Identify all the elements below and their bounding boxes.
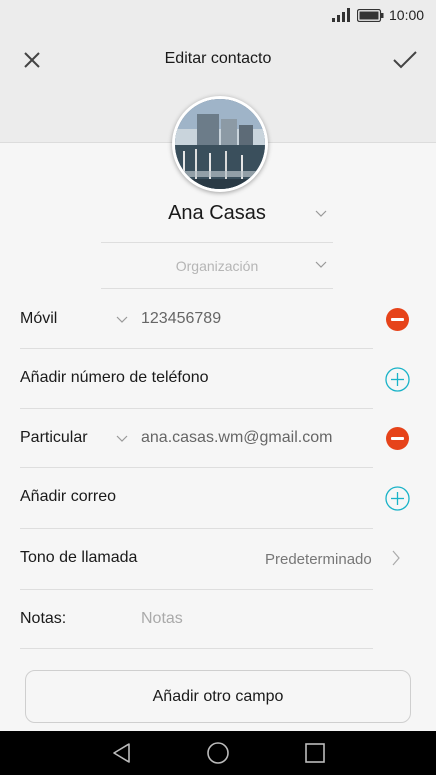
ringtone-value: Predeterminado [265, 551, 372, 568]
navigation-bar [0, 731, 436, 775]
divider [101, 288, 333, 289]
add-phone-label[interactable]: Añadir número de teléfono [20, 369, 209, 387]
phone-input[interactable]: 123456789 [141, 310, 221, 328]
contact-name: Ana Casas [168, 202, 266, 224]
phone-row: Móvil 123456789 [0, 290, 436, 349]
add-circle-icon[interactable] [385, 486, 410, 511]
add-phone-row[interactable]: Añadir número de teléfono [0, 349, 436, 408]
contact-photo [175, 99, 265, 189]
signal-icon [332, 8, 350, 22]
divider [20, 648, 373, 649]
notes-row: Notas: Notas [0, 590, 436, 649]
chevron-down-icon[interactable] [116, 435, 128, 443]
add-circle-icon[interactable] [385, 367, 410, 392]
email-type-label[interactable]: Particular [20, 429, 88, 447]
name-field[interactable]: Ana Casas [101, 190, 333, 242]
avatar[interactable] [172, 96, 268, 192]
organization-placeholder: Organización [175, 258, 259, 274]
phone-type-label[interactable]: Móvil [20, 310, 57, 328]
checkmark-icon[interactable] [390, 45, 420, 75]
recents-icon[interactable] [303, 741, 327, 765]
organization-field[interactable]: Organización [101, 243, 333, 288]
back-icon[interactable] [110, 741, 134, 765]
chevron-right-icon [392, 550, 400, 566]
chevron-down-icon[interactable] [116, 316, 128, 324]
chevron-down-icon [315, 210, 327, 217]
add-email-row[interactable]: Añadir correo [0, 468, 436, 527]
ringtone-label: Tono de llamada [20, 549, 138, 566]
home-icon[interactable] [206, 741, 230, 765]
email-input[interactable]: ana.casas.wm@gmail.com [141, 429, 332, 447]
status-time: 10:00 [389, 7, 425, 23]
add-email-label[interactable]: Añadir correo [20, 488, 116, 506]
email-row: Particular ana.casas.wm@gmail.com [0, 409, 436, 468]
status-bar: 10:00 [0, 0, 436, 30]
remove-email-button[interactable] [386, 427, 409, 450]
ringtone-row[interactable]: Tono de llamada Predeterminado [0, 529, 436, 588]
chevron-down-icon [315, 261, 327, 268]
battery-icon [357, 9, 384, 22]
add-field-button[interactable]: Añadir otro campo [25, 670, 411, 723]
remove-phone-button[interactable] [386, 308, 409, 331]
notes-input[interactable]: Notas [141, 610, 183, 628]
notes-label: Notas: [20, 610, 67, 627]
page-title: Editar contacto [164, 50, 272, 67]
